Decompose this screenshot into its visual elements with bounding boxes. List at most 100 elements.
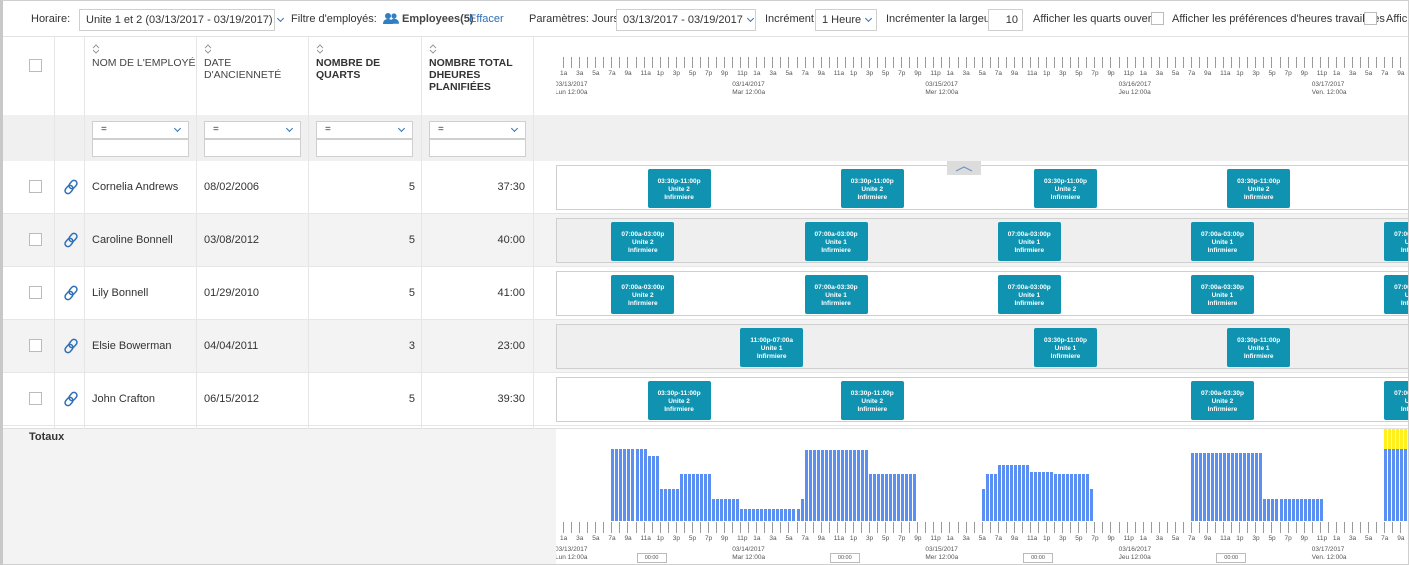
increment-select[interactable]: 1 Heure <box>815 9 877 31</box>
hour-tick <box>1134 522 1136 533</box>
hour-tick <box>1271 522 1273 533</box>
sort-icon[interactable] <box>92 44 100 54</box>
row-checkbox[interactable] <box>29 339 42 352</box>
hour-tick <box>836 57 838 68</box>
shift-block[interactable]: 07:00a-03:30p Unite 1 Infirmiere <box>804 275 868 314</box>
shift-block[interactable]: 03:30p-11:00p Unite 2 Infirmiere <box>1227 169 1291 208</box>
seniority-filter-operator[interactable]: = <box>204 121 301 139</box>
shift-block[interactable]: 03:30p-11:00p Unite 2 Infirmiere <box>840 381 904 420</box>
hour-tick <box>1166 522 1168 533</box>
shift-count: 5 <box>408 234 415 246</box>
shift-block[interactable]: 07:00a-03:00p Unite 2 Infirmiere <box>611 275 675 314</box>
hour-tick <box>1215 522 1217 533</box>
name-filter-input[interactable] <box>92 139 189 157</box>
seniority-filter-input[interactable] <box>204 139 301 157</box>
column-total-hours-header[interactable]: NOMBRE TOTAL DHEURES PLANIFIÉES <box>429 37 539 115</box>
shift-block[interactable]: 07:00a-03:00p Unite 1 Infirmiere <box>1190 222 1254 261</box>
hour-label: 3a <box>769 70 777 77</box>
table-row[interactable]: John Crafton 06/15/2012 5 39:30 03:30p-1… <box>3 373 1408 426</box>
column-shifts-header[interactable]: NOMBRE DE QUARTS <box>316 37 421 115</box>
hour-tick <box>1182 57 1184 68</box>
open-shifts-checkbox[interactable] <box>1151 12 1164 25</box>
totals-label: Totaux <box>29 431 65 443</box>
shift-block[interactable]: 03:30p-11:00p Unite 2 Infirmiere <box>647 381 711 420</box>
date-range-select[interactable]: 03/13/2017 - 03/19/2017 <box>616 9 756 31</box>
row-checkbox[interactable] <box>29 392 42 405</box>
hour-tick <box>1158 57 1160 68</box>
shift-block[interactable]: 03:30p-11:00p Unite 1 Infirmiere <box>1033 328 1097 367</box>
shift-block[interactable]: 07:00a-03:00p Unite 1 Infirmiere <box>1384 222 1408 261</box>
shift-block[interactable]: 07:00a-03:00p Unite 1 Infirmiere <box>1384 275 1408 314</box>
sort-icon[interactable] <box>204 44 212 54</box>
employee-name[interactable]: Cornelia Andrews <box>92 161 178 214</box>
table-row[interactable]: Elsie Bowerman 04/04/2011 3 23:00 11:00p… <box>3 320 1408 373</box>
table-row[interactable]: Cornelia Andrews 08/02/2006 5 37:30 03:3… <box>3 161 1408 214</box>
name-filter-operator[interactable]: = <box>92 121 189 139</box>
hour-label: 9p <box>721 70 729 77</box>
hour-tick <box>1005 522 1007 533</box>
column-seniority-header[interactable]: DATE D'ANCIENNETÉ <box>204 37 309 115</box>
total-hours: 23:00 <box>497 340 525 352</box>
hours-prefs-checkbox[interactable] <box>1364 12 1377 25</box>
clear-filter-link[interactable]: Effacer <box>469 1 504 37</box>
hour-tick <box>1360 57 1361 68</box>
shift-block[interactable]: 03:30p-11:00p Unite 1 Infirmiere <box>1227 328 1291 367</box>
shift-block[interactable]: 03:30p-11:00p Unite 2 Infirmiere <box>840 169 904 208</box>
employee-name[interactable]: Caroline Bonnell <box>92 214 173 267</box>
hour-label: 5a <box>1365 70 1373 77</box>
shift-block[interactable]: 03:30p-11:00p Unite 2 Infirmiere <box>647 169 711 208</box>
sort-icon[interactable] <box>429 44 437 54</box>
hour-tick <box>1110 57 1112 68</box>
hour-tick <box>563 522 565 533</box>
hour-label: 7a <box>1187 70 1196 77</box>
hour-tick <box>772 57 774 68</box>
shift-block[interactable]: 07:00a-03:00p Unite 1 Infirmiere <box>1384 381 1408 420</box>
table-row[interactable]: Lily Bonnell 01/29/2010 5 41:00 07:00a-0… <box>3 267 1408 320</box>
hour-tick <box>868 57 870 68</box>
hour-label: 5a <box>1171 535 1180 542</box>
row-checkbox[interactable] <box>29 180 42 193</box>
link-icon[interactable] <box>62 337 80 355</box>
shift-block[interactable]: 07:00a-03:00p Unite 1 Infirmiere <box>997 222 1061 261</box>
link-icon[interactable] <box>62 284 80 302</box>
column-name-header[interactable]: NOM DE L'EMPLOYÉ <box>92 37 197 115</box>
shift-block[interactable]: 07:00a-03:30p Unite 1 Infirmiere <box>1190 275 1254 314</box>
shift-block[interactable]: 11:00p-07:00a Unite 1 Infirmiere <box>740 328 804 367</box>
link-icon[interactable] <box>62 390 80 408</box>
hour-tick <box>973 57 975 68</box>
day-label: 03/13/2017 Lun 12:00a <box>556 546 588 561</box>
sort-icon[interactable] <box>316 44 324 54</box>
employees-filter-button[interactable]: Employees(5) <box>402 1 474 37</box>
horaire-value: Unite 1 et 2 (03/13/2017 - 03/19/2017) <box>86 14 273 26</box>
staffing-bar <box>913 474 918 521</box>
shift-block[interactable]: 07:00a-03:00p Unite 2 Infirmiere <box>611 222 675 261</box>
table-row[interactable]: Caroline Bonnell 03/08/2012 5 40:00 07:0… <box>3 214 1408 267</box>
horaire-select[interactable]: Unite 1 et 2 (03/13/2017 - 03/19/2017) <box>79 9 284 31</box>
hour-tick <box>1279 57 1281 68</box>
shifts-filter-input[interactable] <box>316 139 413 157</box>
row-checkbox[interactable] <box>29 233 42 246</box>
hour-tick <box>1255 57 1257 68</box>
row-checkbox[interactable] <box>29 286 42 299</box>
shift-block[interactable]: 07:00a-03:00p Unite 1 Infirmiere <box>804 222 868 261</box>
shift-block[interactable]: 07:00a-03:00p Unite 1 Infirmiere <box>997 275 1061 314</box>
employee-name[interactable]: Elsie Bowerman <box>92 320 171 373</box>
hour-tick <box>1054 57 1056 68</box>
shift-block[interactable]: 03:30p-11:00p Unite 2 Infirmiere <box>1033 169 1097 208</box>
total-hours: 41:00 <box>497 287 525 299</box>
increment-width-input[interactable]: 10 <box>988 9 1023 31</box>
hours-filter-input[interactable] <box>429 139 526 157</box>
link-icon[interactable] <box>62 178 80 196</box>
hour-tick <box>1046 522 1048 533</box>
link-icon[interactable] <box>62 231 80 249</box>
select-all-checkbox[interactable] <box>29 59 42 72</box>
shifts-filter-operator[interactable]: = <box>316 121 413 139</box>
shift-block[interactable]: 07:00a-03:30p Unite 2 Infirmiere <box>1190 381 1254 420</box>
employee-name[interactable]: John Crafton <box>92 373 155 426</box>
hour-tick <box>691 522 693 533</box>
employee-name[interactable]: Lily Bonnell <box>92 267 148 320</box>
hours-filter-operator[interactable]: = <box>429 121 526 139</box>
hour-tick <box>949 57 951 68</box>
column-shifts-label: NOMBRE DE QUARTS <box>316 57 381 81</box>
collapse-toggle[interactable] <box>947 161 981 175</box>
